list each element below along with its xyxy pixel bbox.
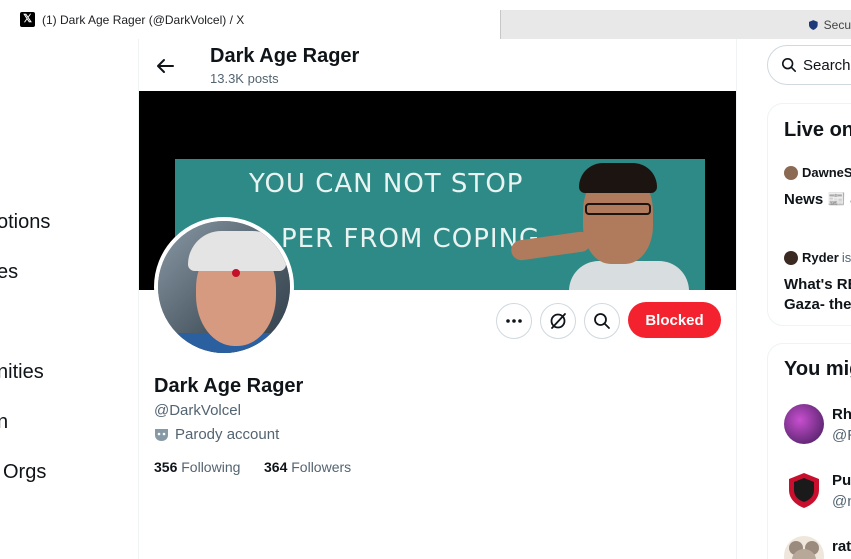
- parody-mask-icon: [155, 428, 168, 441]
- header-post-count: 13.3K posts: [210, 71, 279, 86]
- search-icon: [594, 313, 610, 329]
- shield-icon: [809, 19, 818, 30]
- suggestion-name[interactable]: rat: [832, 538, 851, 555]
- nav-item-notifications[interactable]: otions: [0, 211, 50, 234]
- live-user-name: Ryder: [802, 250, 839, 265]
- right-sidebar: Search Live on DawneS News 📰 a Ryder is …: [737, 39, 851, 559]
- back-button[interactable]: [151, 52, 179, 80]
- profile-column: Dark Age Rager 13.3K posts YOU CAN NOT S…: [138, 39, 737, 559]
- you-might-like-card: You mig Rh @R Pu @n rat: [767, 343, 851, 559]
- suggestion-handle: @R: [832, 427, 851, 444]
- parody-label-text: Parody account: [175, 426, 280, 443]
- banner-figure-hair: [579, 163, 657, 193]
- more-dots-icon: [506, 319, 522, 323]
- nav-item-messages[interactable]: es: [0, 261, 18, 284]
- suggestion-name[interactable]: Rh: [832, 406, 851, 423]
- search-input[interactable]: Search: [767, 45, 851, 85]
- live-user-avatar: [784, 165, 798, 180]
- banner-text-line1: YOU CAN NOT STOP: [249, 169, 524, 199]
- banner-figure-body: [569, 261, 689, 290]
- grok-icon: [550, 313, 566, 329]
- live-on-card: Live on DawneS News 📰 a Ryder is What's …: [767, 103, 851, 326]
- grok-button[interactable]: [540, 303, 576, 339]
- profile-header: Dark Age Rager 13.3K posts: [139, 39, 736, 91]
- browser-tab-active[interactable]: 𝕏 (1) Dark Age Rager (@DarkVolcel) / X: [0, 0, 500, 39]
- live-item-user[interactable]: Ryder is: [784, 250, 851, 265]
- x-logo-icon: 𝕏: [20, 12, 35, 27]
- tab-title-inactive: Secu: [823, 17, 851, 32]
- live-user-suffix: is: [841, 250, 851, 265]
- followers-count: 364: [264, 459, 288, 475]
- live-on-title: Live on: [784, 119, 851, 141]
- followers-link[interactable]: 364 Followers: [264, 459, 351, 475]
- following-label: Following: [181, 459, 241, 475]
- more-options-button[interactable]: [496, 303, 532, 339]
- shield-logo-icon: [789, 473, 819, 508]
- left-nav: otions es nities n Orgs: [0, 39, 138, 559]
- search-icon: [781, 57, 797, 73]
- suggestion-avatar[interactable]: [784, 470, 824, 510]
- live-item-text[interactable]: What's RE: [784, 275, 851, 295]
- live-item-text[interactable]: Gaza- the: [784, 295, 851, 315]
- profile-handle: @DarkVolcel: [154, 402, 241, 419]
- live-item-text[interactable]: News 📰 a: [784, 190, 851, 210]
- header-name: Dark Age Rager: [210, 45, 360, 67]
- followers-label: Followers: [291, 459, 352, 475]
- search-placeholder: Search: [803, 56, 851, 74]
- banner-figure-glasses: [585, 203, 651, 215]
- arrow-left-icon: [157, 59, 174, 73]
- suggestion-avatar[interactable]: [784, 404, 824, 444]
- profile-avatar[interactable]: [154, 217, 294, 357]
- blocked-button[interactable]: Blocked: [628, 302, 721, 338]
- nav-item-communities[interactable]: nities: [0, 361, 44, 384]
- following-count: 356: [154, 459, 178, 475]
- tab-title: (1) Dark Age Rager (@DarkVolcel) / X: [42, 12, 245, 27]
- live-user-avatar: [784, 250, 798, 265]
- nav-item-verified-orgs[interactable]: Orgs: [3, 461, 46, 484]
- browser-tab-strip: 𝕏 (1) Dark Age Rager (@DarkVolcel) / X S…: [0, 0, 851, 39]
- you-might-like-title: You mig: [784, 358, 851, 380]
- following-link[interactable]: 356 Following: [154, 459, 240, 475]
- profile-name: Dark Age Rager: [154, 375, 304, 397]
- suggestion-handle: @n: [832, 493, 851, 510]
- nav-item-premium[interactable]: n: [0, 411, 8, 434]
- suggestion-name[interactable]: Pu: [832, 472, 851, 489]
- live-item-user[interactable]: DawneS: [784, 165, 851, 180]
- suggestion-avatar[interactable]: [784, 536, 824, 559]
- search-profile-button[interactable]: [584, 303, 620, 339]
- live-user-name: DawneS: [802, 165, 851, 180]
- rat-avatar-icon: [789, 541, 819, 559]
- banner-text-line2: PER FROM COPING: [281, 224, 541, 254]
- browser-tab-inactive[interactable]: Secu: [500, 10, 851, 39]
- parody-label: Parody account: [154, 426, 279, 443]
